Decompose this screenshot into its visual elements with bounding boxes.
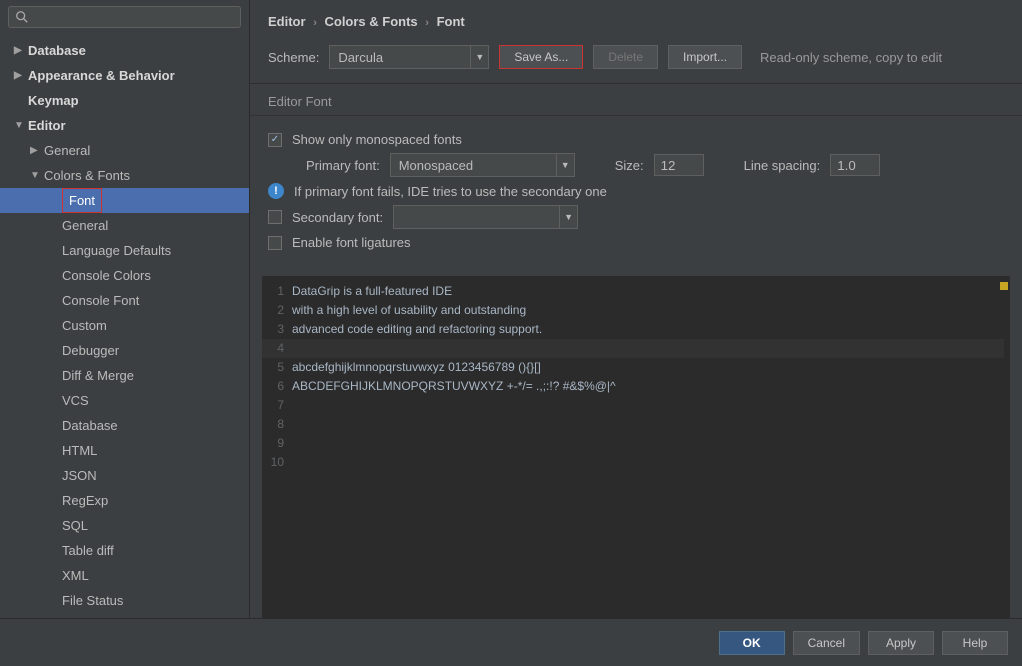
chevron-right-icon: › bbox=[425, 17, 429, 29]
ligatures-label: Enable font ligatures bbox=[292, 235, 411, 250]
save-as-button[interactable]: Save As... bbox=[499, 45, 583, 69]
tree-item[interactable]: SQL bbox=[0, 513, 249, 538]
ok-button[interactable]: OK bbox=[719, 631, 785, 655]
apply-button[interactable]: Apply bbox=[868, 631, 934, 655]
tree-item[interactable]: Console Colors bbox=[0, 263, 249, 288]
readonly-note: Read-only scheme, copy to edit bbox=[760, 50, 942, 65]
tree-item[interactable]: Database bbox=[0, 413, 249, 438]
breadcrumb: Editor › Colors & Fonts › Font bbox=[250, 0, 1022, 39]
chevron-down-icon: ▼ bbox=[559, 206, 577, 228]
tree-item[interactable]: Diff & Merge bbox=[0, 363, 249, 388]
tree-item[interactable]: File Status bbox=[0, 588, 249, 613]
tree-item[interactable]: Language Defaults bbox=[0, 238, 249, 263]
search-icon bbox=[15, 10, 29, 24]
tree-arrow-icon: ▼ bbox=[14, 120, 24, 131]
tree-item[interactable]: VCS bbox=[0, 388, 249, 413]
line-spacing-input[interactable] bbox=[830, 154, 880, 176]
tree-arrow-icon: ▼ bbox=[30, 170, 40, 181]
tree-item[interactable]: Table diff bbox=[0, 538, 249, 563]
size-input[interactable] bbox=[654, 154, 704, 176]
chevron-right-icon: › bbox=[313, 17, 317, 29]
primary-font-value: Monospaced bbox=[391, 158, 556, 173]
tree-arrow-icon: ▶ bbox=[14, 45, 24, 56]
search-input-wrap[interactable] bbox=[8, 6, 241, 28]
settings-sidebar: ▶Database▶Appearance & BehaviorKeymap▼Ed… bbox=[0, 0, 250, 618]
scheme-value: Darcula bbox=[330, 50, 470, 65]
secondary-font-label: Secondary font: bbox=[292, 210, 383, 225]
chevron-down-icon[interactable]: ▼ bbox=[470, 46, 488, 68]
dialog-footer: OK Cancel Apply Help bbox=[0, 618, 1022, 666]
chevron-down-icon: ▼ bbox=[556, 154, 574, 176]
editor-font-section: Editor Font bbox=[250, 84, 1022, 116]
size-label: Size: bbox=[615, 158, 644, 173]
primary-font-label: Primary font: bbox=[306, 158, 380, 173]
tree-arrow-icon: ▶ bbox=[14, 70, 24, 81]
show-mono-checkbox[interactable]: ✓ bbox=[268, 133, 282, 147]
tree-item[interactable]: RegExp bbox=[0, 488, 249, 513]
settings-content: Editor › Colors & Fonts › Font Scheme: D… bbox=[250, 0, 1022, 618]
tree-arrow-icon: ▶ bbox=[30, 145, 40, 156]
breadcrumb-item: Colors & Fonts bbox=[324, 14, 417, 29]
scheme-label: Scheme: bbox=[268, 50, 319, 65]
preview-text: DataGrip is a full-featured IDEwith a hi… bbox=[292, 282, 616, 472]
tree-item[interactable]: Font bbox=[0, 188, 249, 213]
tree-item[interactable]: Custom bbox=[0, 313, 249, 338]
info-text: If primary font fails, IDE tries to use … bbox=[294, 184, 607, 199]
tree-item[interactable]: ▶General bbox=[0, 138, 249, 163]
secondary-font-combo: ▼ bbox=[393, 205, 578, 229]
search-input[interactable] bbox=[33, 10, 234, 24]
show-mono-label: Show only monospaced fonts bbox=[292, 132, 462, 147]
cancel-button[interactable]: Cancel bbox=[793, 631, 860, 655]
tree-item[interactable]: ▼Editor bbox=[0, 113, 249, 138]
tree-item[interactable]: Console Font bbox=[0, 288, 249, 313]
tree-item[interactable]: General bbox=[0, 213, 249, 238]
secondary-font-checkbox[interactable] bbox=[268, 210, 282, 224]
scheme-combo[interactable]: Darcula ▼ bbox=[329, 45, 489, 69]
primary-font-combo: Monospaced ▼ bbox=[390, 153, 575, 177]
marker-icon bbox=[1000, 282, 1008, 290]
line-spacing-label: Line spacing: bbox=[744, 158, 821, 173]
tree-item[interactable]: ▶Database bbox=[0, 38, 249, 63]
breadcrumb-item: Font bbox=[437, 14, 465, 29]
settings-tree[interactable]: ▶Database▶Appearance & BehaviorKeymap▼Ed… bbox=[0, 34, 249, 618]
info-icon: ! bbox=[268, 183, 284, 199]
font-preview[interactable]: 12345678910 DataGrip is a full-featured … bbox=[262, 276, 1010, 618]
breadcrumb-item: Editor bbox=[268, 14, 306, 29]
tree-item[interactable]: JSON bbox=[0, 463, 249, 488]
help-button[interactable]: Help bbox=[942, 631, 1008, 655]
import-button[interactable]: Import... bbox=[668, 45, 742, 69]
delete-button: Delete bbox=[593, 45, 658, 69]
tree-item[interactable]: Debugger bbox=[0, 338, 249, 363]
line-numbers: 12345678910 bbox=[262, 282, 290, 472]
ligatures-checkbox[interactable] bbox=[268, 236, 282, 250]
tree-item[interactable]: HTML bbox=[0, 438, 249, 463]
tree-item[interactable]: ▼Colors & Fonts bbox=[0, 163, 249, 188]
tree-item[interactable]: ▶Appearance & Behavior bbox=[0, 63, 249, 88]
tree-item[interactable]: Keymap bbox=[0, 88, 249, 113]
tree-item[interactable]: XML bbox=[0, 563, 249, 588]
